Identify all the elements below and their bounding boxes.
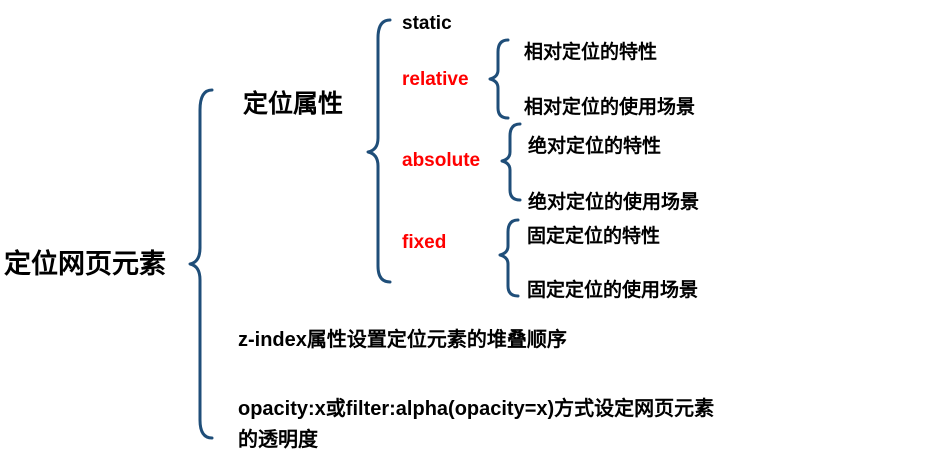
relative-feature: 相对定位的特性 xyxy=(524,42,658,63)
fixed-feature: 固定定位的特性 xyxy=(527,226,661,247)
root-node: 定位网页元素 xyxy=(4,249,166,279)
absolute-brace xyxy=(500,122,522,202)
position-values-brace xyxy=(366,18,392,284)
value-relative: relative xyxy=(402,69,469,90)
absolute-feature: 绝对定位的特性 xyxy=(528,136,662,157)
relative-usage: 相对定位的使用场景 xyxy=(524,97,696,118)
value-absolute: absolute xyxy=(402,150,481,171)
root-brace xyxy=(188,88,214,440)
value-static: static xyxy=(402,13,452,34)
fixed-brace xyxy=(498,218,520,298)
branch-opacity-line2: 的透明度 xyxy=(238,429,318,451)
absolute-usage: 绝对定位的使用场景 xyxy=(528,192,700,213)
branch-z-index: z-index属性设置定位元素的堆叠顺序 xyxy=(238,329,567,351)
relative-brace xyxy=(488,38,510,120)
fixed-usage: 固定定位的使用场景 xyxy=(527,280,699,301)
branch-opacity-line1: opacity:x或filter:alpha(opacity=x)方式设定网页元… xyxy=(238,398,715,420)
value-fixed: fixed xyxy=(402,232,447,253)
branch-position-attribute: 定位属性 xyxy=(243,90,344,118)
